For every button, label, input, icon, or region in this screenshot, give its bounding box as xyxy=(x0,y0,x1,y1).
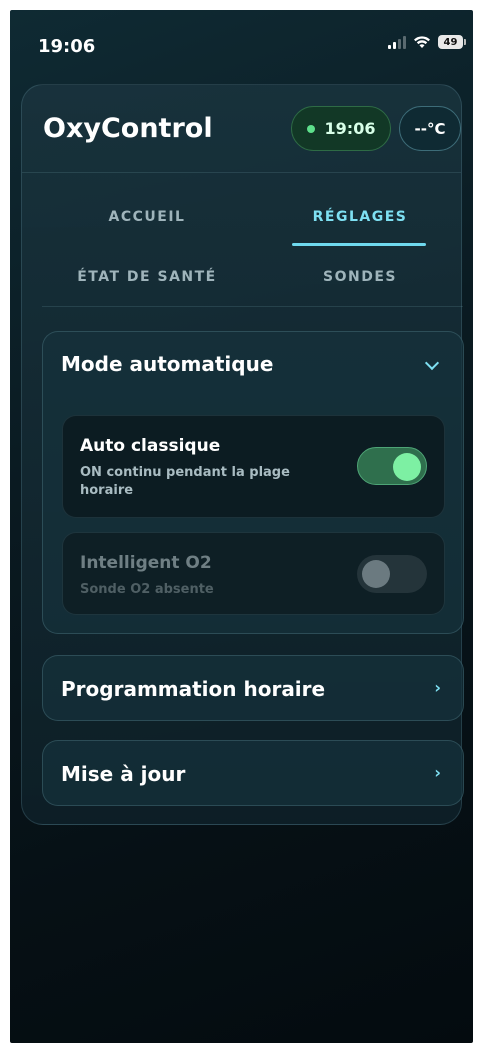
tab-accueil[interactable]: ACCUEIL xyxy=(77,209,217,225)
schedule-section[interactable]: Programmation horaire › xyxy=(42,655,464,721)
clock-text: 19:06 xyxy=(324,119,376,138)
option-auto-classique: Auto classique ON continu pendant la pla… xyxy=(62,415,445,518)
chevron-right-icon: › xyxy=(434,678,441,697)
status-bar: 19:06 49 xyxy=(10,10,473,72)
toggle-knob xyxy=(362,560,390,588)
update-section[interactable]: Mise à jour › xyxy=(42,740,464,806)
tab-sondes[interactable]: SONDES xyxy=(290,269,430,285)
option-title: Intelligent O2 xyxy=(80,553,212,573)
battery-icon: 49 xyxy=(438,35,466,49)
background-decoration xyxy=(10,657,12,772)
option-description: ON continu pendant la plage horaire xyxy=(80,465,290,498)
toggle-knob xyxy=(393,453,421,481)
clock-badge: 19:06 xyxy=(291,106,391,151)
tab-reglages[interactable]: RÉGLAGES xyxy=(290,209,430,225)
schedule-title: Programmation horaire xyxy=(61,677,326,701)
option-description: Sonde O2 absente xyxy=(80,582,214,597)
chevron-right-icon: › xyxy=(434,763,441,782)
wifi-icon xyxy=(414,36,430,48)
status-icons: 49 xyxy=(388,35,466,49)
tabs-divider xyxy=(42,306,463,307)
signal-icon xyxy=(388,35,406,49)
temperature-badge: --°C xyxy=(399,106,461,151)
status-time: 19:06 xyxy=(38,36,96,57)
auto-mode-section: Mode automatique Auto classique ON conti… xyxy=(42,331,464,634)
intelligent-o2-toggle[interactable] xyxy=(357,555,427,593)
app-title: OxyControl xyxy=(43,113,213,144)
tab-etat-de-sante[interactable]: ÉTAT DE SANTÉ xyxy=(67,269,227,285)
option-intelligent-o2: Intelligent O2 Sonde O2 absente xyxy=(62,532,445,615)
update-title: Mise à jour xyxy=(61,762,186,786)
chevron-down-icon[interactable] xyxy=(424,355,440,371)
option-title: Auto classique xyxy=(80,436,221,456)
main-card: OxyControl 19:06 --°C ACCUEIL RÉGLAGES É… xyxy=(21,84,464,825)
status-dot-icon xyxy=(306,124,315,133)
app-header: OxyControl 19:06 --°C xyxy=(22,85,461,173)
active-tab-indicator xyxy=(292,243,426,246)
auto-mode-title[interactable]: Mode automatique xyxy=(61,352,273,376)
app-screen: 19:06 49 OxyControl 19:06 --°C ACCUEIL R… xyxy=(10,10,473,1043)
auto-classique-toggle[interactable] xyxy=(357,447,427,485)
